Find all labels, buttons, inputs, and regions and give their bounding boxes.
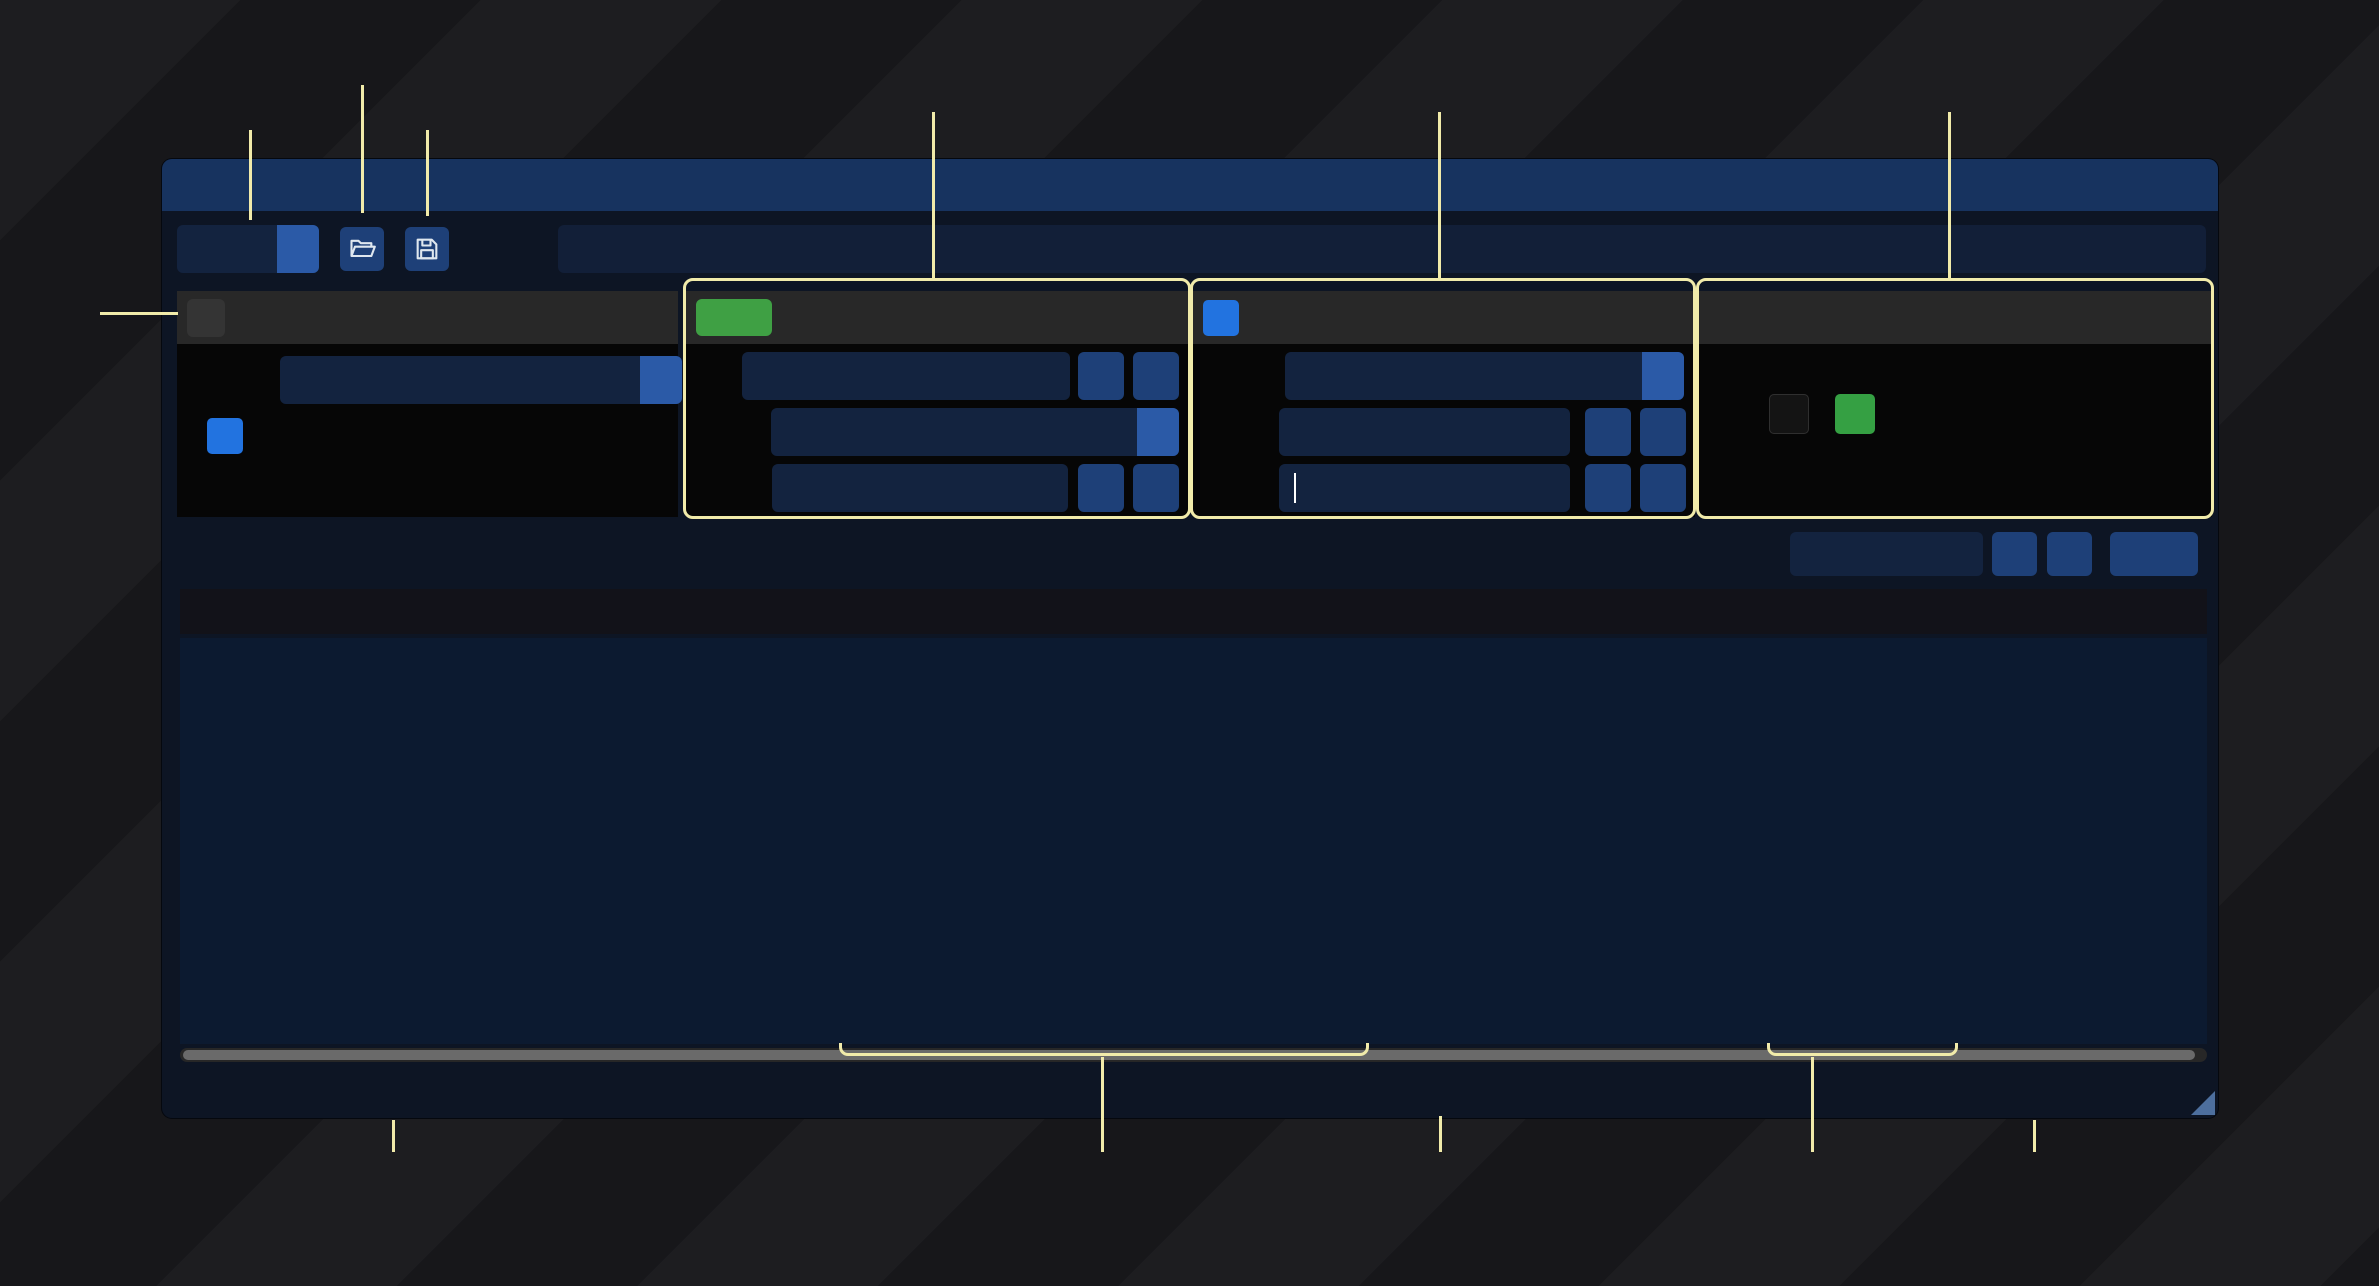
text-caret xyxy=(1294,473,1296,503)
info-panel-header xyxy=(177,291,678,344)
info-panel xyxy=(177,291,678,517)
rate-badge-button[interactable] xyxy=(696,299,772,336)
sample-editor-window xyxy=(162,159,2218,1118)
hz-minus-button[interactable] xyxy=(1078,352,1124,400)
loop-panel-header xyxy=(1193,291,1695,344)
floppy-disk-icon xyxy=(413,235,441,263)
fine-minus-button[interactable] xyxy=(1078,464,1124,512)
loop-mode-select[interactable] xyxy=(1285,352,1684,400)
loop-enable-checkbox[interactable] xyxy=(1203,300,1239,336)
hz-plus-button[interactable] xyxy=(1133,352,1179,400)
save-sample-button[interactable] xyxy=(405,227,449,271)
loop-end-plus-button[interactable] xyxy=(1640,464,1686,512)
zoom-out-button[interactable] xyxy=(1992,532,2037,576)
time-ruler xyxy=(180,589,2207,634)
zoom-in-button[interactable] xyxy=(2047,532,2092,576)
desktop-background xyxy=(0,0,2379,1286)
note-select[interactable] xyxy=(771,408,1179,456)
loop-panel xyxy=(1193,291,1695,517)
name-input[interactable] xyxy=(558,225,2206,273)
loop-panel-body xyxy=(1193,344,1695,517)
waveform-canvas[interactable] xyxy=(180,638,2207,1044)
sample-number-value xyxy=(177,225,277,273)
chips-panel-body xyxy=(1699,344,2212,517)
sample-type-select[interactable] xyxy=(280,356,682,404)
chevron-down-icon[interactable] xyxy=(1137,408,1179,456)
sample-toolbar xyxy=(162,528,2218,580)
sample-type-value xyxy=(280,356,640,404)
note-value xyxy=(771,408,1137,456)
waveform-view xyxy=(180,638,2207,1044)
chevron-down-icon[interactable] xyxy=(640,356,682,404)
rate-panel-header xyxy=(686,291,1188,344)
zoom-reset-button[interactable] xyxy=(2110,532,2198,576)
chips-panel-header xyxy=(1699,291,2212,344)
zoom-input[interactable] xyxy=(1790,532,1983,576)
annotation-line xyxy=(392,1120,395,1152)
chip-2-checkbox[interactable] xyxy=(1835,394,1875,434)
open-sample-button[interactable] xyxy=(340,227,384,271)
loop-end-minus-button[interactable] xyxy=(1585,464,1631,512)
loop-start-minus-button[interactable] xyxy=(1585,408,1631,456)
title-bar[interactable] xyxy=(162,159,2218,211)
loop-start-plus-button[interactable] xyxy=(1640,408,1686,456)
brr-emphasis-checkbox[interactable] xyxy=(207,418,243,454)
chip-1-checkbox[interactable] xyxy=(1769,394,1809,434)
open-folder-icon xyxy=(348,235,376,263)
loop-start-input[interactable] xyxy=(1279,408,1570,456)
annotation-line xyxy=(1439,1116,1442,1152)
annotation-line xyxy=(2033,1120,2036,1152)
collapse-bar-button[interactable] xyxy=(187,299,225,337)
chips-panel xyxy=(1699,291,2212,517)
sample-number-select[interactable] xyxy=(177,225,319,273)
loop-mode-value xyxy=(1285,352,1642,400)
fine-input[interactable] xyxy=(772,464,1068,512)
hz-input[interactable] xyxy=(742,352,1070,400)
loop-end-input[interactable] xyxy=(1279,464,1570,512)
waveform-scrollbar[interactable] xyxy=(180,1048,2207,1062)
info-panel-body xyxy=(177,344,678,517)
chevron-down-icon[interactable] xyxy=(277,225,319,273)
scrollbar-handle[interactable] xyxy=(183,1050,2195,1060)
chevron-down-icon[interactable] xyxy=(1642,352,1684,400)
rate-panel-body xyxy=(686,344,1188,517)
resize-grip[interactable] xyxy=(2191,1091,2215,1115)
fine-plus-button[interactable] xyxy=(1133,464,1179,512)
rate-panel xyxy=(686,291,1188,517)
